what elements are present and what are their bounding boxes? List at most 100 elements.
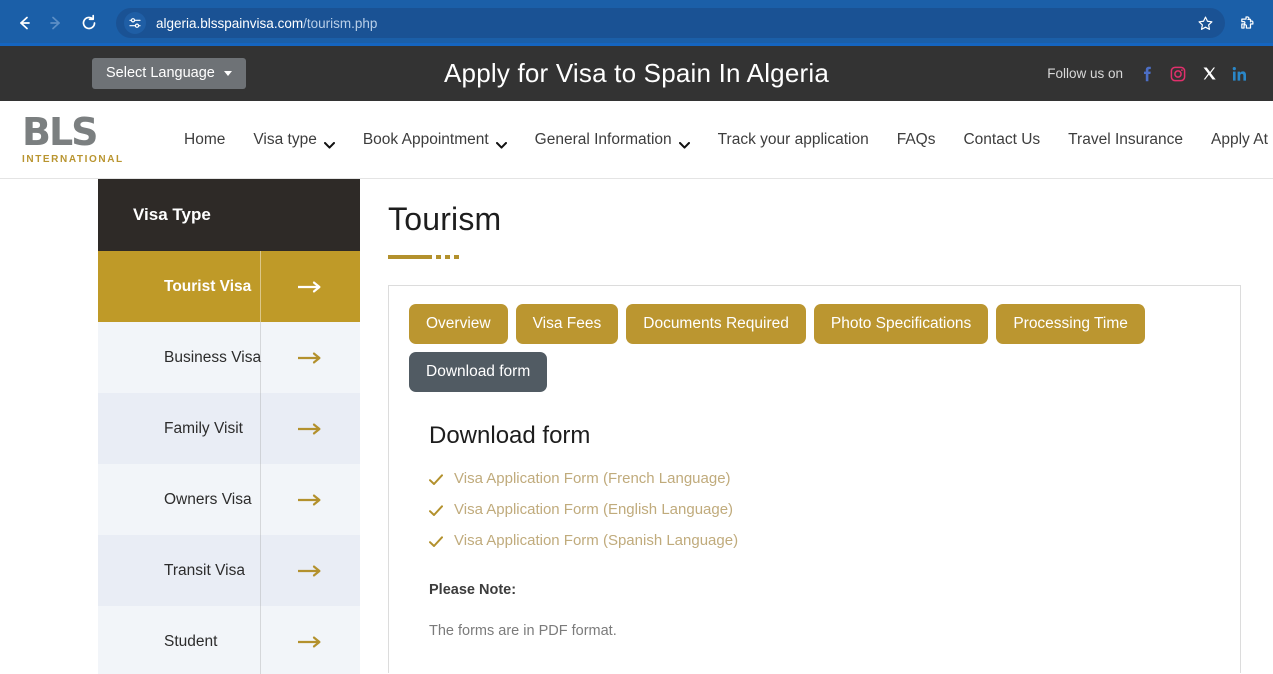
back-arrow-icon[interactable] — [10, 8, 40, 38]
tab-label: Processing Time — [1013, 315, 1128, 332]
nav-item-visa-type[interactable]: Visa type — [239, 131, 348, 149]
chevron-down-icon — [679, 136, 690, 143]
title-rule-dot — [454, 255, 459, 259]
sidebar-item-tourist-visa[interactable]: Tourist Visa — [98, 251, 360, 322]
nav-item-apply-at-home[interactable]: Apply At Home — [1197, 131, 1273, 149]
nav-item-book-appointment[interactable]: Book Appointment — [349, 131, 521, 149]
tab-bar: Overview Visa Fees Documents Required Ph… — [409, 304, 1220, 392]
main-navigation: Home Visa type Book Appointment General … — [170, 131, 1273, 149]
title-underline-decoration — [388, 255, 1241, 259]
nav-label: General Information — [535, 131, 672, 149]
arrow-right-icon — [260, 535, 360, 606]
star-icon[interactable] — [1191, 9, 1219, 37]
url-path: /tourism.php — [303, 16, 377, 31]
sidebar-item-label: Business Visa — [164, 349, 261, 367]
please-note-label: Please Note: — [429, 582, 1220, 598]
tab-label: Download form — [426, 363, 530, 380]
select-language-button[interactable]: Select Language — [92, 58, 246, 89]
check-icon — [429, 473, 443, 485]
bls-logo[interactable]: BLS INTERNATIONAL — [0, 114, 162, 164]
nav-label: Track your application — [718, 131, 869, 149]
tab-label: Overview — [426, 315, 491, 332]
nav-label: Contact Us — [963, 131, 1040, 149]
follow-us-group: Follow us on — [1047, 65, 1249, 83]
arrow-right-icon — [260, 251, 360, 322]
logo-sub-text: INTERNATIONAL — [22, 154, 124, 165]
title-rule-dot — [445, 255, 450, 259]
nav-label: Book Appointment — [363, 131, 489, 149]
nav-label: Travel Insurance — [1068, 131, 1183, 149]
reload-icon[interactable] — [74, 8, 104, 38]
select-language-label: Select Language — [106, 65, 215, 81]
page-title: Tourism — [388, 201, 1241, 238]
tourism-card: Overview Visa Fees Documents Required Ph… — [388, 285, 1241, 673]
nav-item-general-information[interactable]: General Information — [521, 131, 704, 149]
browser-toolbar: algeria.blsspainvisa.com/tourism.php — [0, 0, 1273, 46]
sidebar-item-business-visa[interactable]: Business Visa — [98, 322, 360, 393]
arrow-right-icon — [260, 464, 360, 535]
chevron-down-icon — [324, 136, 335, 143]
sidebar-item-owners-visa[interactable]: Owners Visa — [98, 464, 360, 535]
nav-item-track-your-application[interactable]: Track your application — [704, 131, 883, 149]
nav-label: Home — [184, 131, 225, 149]
x-twitter-icon[interactable] — [1200, 65, 1218, 83]
logo-main-text: BLS — [22, 114, 97, 150]
tab-label: Visa Fees — [533, 315, 602, 332]
sidebar-item-student[interactable]: Student — [98, 606, 360, 674]
url-text: algeria.blsspainvisa.com/tourism.php — [156, 16, 377, 31]
site-header: BLS INTERNATIONAL Home Visa type Book Ap… — [0, 101, 1273, 179]
tab-photo-specifications[interactable]: Photo Specifications — [814, 304, 988, 344]
extensions-puzzle-icon[interactable] — [1233, 8, 1263, 38]
title-rule-dot — [436, 255, 441, 259]
nav-item-home[interactable]: Home — [170, 131, 239, 149]
title-rule-bar — [388, 255, 432, 259]
chevron-down-icon — [496, 136, 507, 143]
address-bar[interactable]: algeria.blsspainvisa.com/tourism.php — [116, 8, 1225, 38]
arrow-right-icon — [260, 393, 360, 464]
nav-item-travel-insurance[interactable]: Travel Insurance — [1054, 131, 1197, 149]
main-content: Tourism Overview Visa Fees Documents Req… — [360, 179, 1273, 673]
tab-overview[interactable]: Overview — [409, 304, 508, 344]
sidebar-item-label: Tourist Visa — [164, 278, 251, 296]
sidebar-item-label: Transit Visa — [164, 562, 245, 580]
download-links-list: Visa Application Form (French Language) … — [429, 470, 1220, 549]
sidebar-heading: Visa Type — [98, 179, 360, 251]
arrow-right-icon — [260, 322, 360, 393]
tab-visa-fees[interactable]: Visa Fees — [516, 304, 619, 344]
nav-label: Apply At Home — [1211, 131, 1273, 149]
section-title: Download form — [429, 422, 1220, 450]
tab-documents-required[interactable]: Documents Required — [626, 304, 806, 344]
sidebar-item-label: Student — [164, 633, 217, 651]
visa-type-sidebar: Visa Type Tourist Visa Business Visa Fam… — [0, 179, 360, 673]
url-domain: algeria.blsspainvisa.com — [156, 16, 303, 31]
download-link[interactable]: Visa Application Form (Spanish Language) — [454, 532, 738, 549]
nav-label: Visa type — [253, 131, 316, 149]
nav-item-contact-us[interactable]: Contact Us — [949, 131, 1054, 149]
download-link[interactable]: Visa Application Form (English Language) — [454, 501, 733, 518]
list-item[interactable]: Visa Application Form (Spanish Language) — [429, 532, 1220, 549]
nav-label: FAQs — [897, 131, 936, 149]
sidebar-item-label: Family Visit — [164, 420, 243, 438]
forward-arrow-icon[interactable] — [40, 8, 70, 38]
tab-label: Photo Specifications — [831, 315, 971, 332]
list-item[interactable]: Visa Application Form (English Language) — [429, 501, 1220, 518]
sidebar-item-family-visit[interactable]: Family Visit — [98, 393, 360, 464]
facebook-icon[interactable] — [1138, 65, 1156, 83]
tab-download-form[interactable]: Download form — [409, 352, 547, 392]
arrow-right-icon — [260, 606, 360, 674]
chevron-down-icon — [224, 71, 232, 76]
tab-label: Documents Required — [643, 315, 789, 332]
list-item[interactable]: Visa Application Form (French Language) — [429, 470, 1220, 487]
please-note-text: The forms are in PDF format. — [429, 623, 1220, 639]
follow-us-label: Follow us on — [1047, 66, 1123, 81]
linkedin-icon[interactable] — [1231, 65, 1249, 83]
content-area: Visa Type Tourist Visa Business Visa Fam… — [0, 179, 1273, 673]
nav-item-faqs[interactable]: FAQs — [883, 131, 950, 149]
sidebar-item-transit-visa[interactable]: Transit Visa — [98, 535, 360, 606]
sidebar-item-label: Owners Visa — [164, 491, 252, 509]
site-settings-sliders-icon[interactable] — [124, 12, 146, 34]
tab-processing-time[interactable]: Processing Time — [996, 304, 1145, 344]
top-banner: Select Language Apply for Visa to Spain … — [0, 46, 1273, 101]
instagram-icon[interactable] — [1169, 65, 1187, 83]
download-link[interactable]: Visa Application Form (French Language) — [454, 470, 731, 487]
